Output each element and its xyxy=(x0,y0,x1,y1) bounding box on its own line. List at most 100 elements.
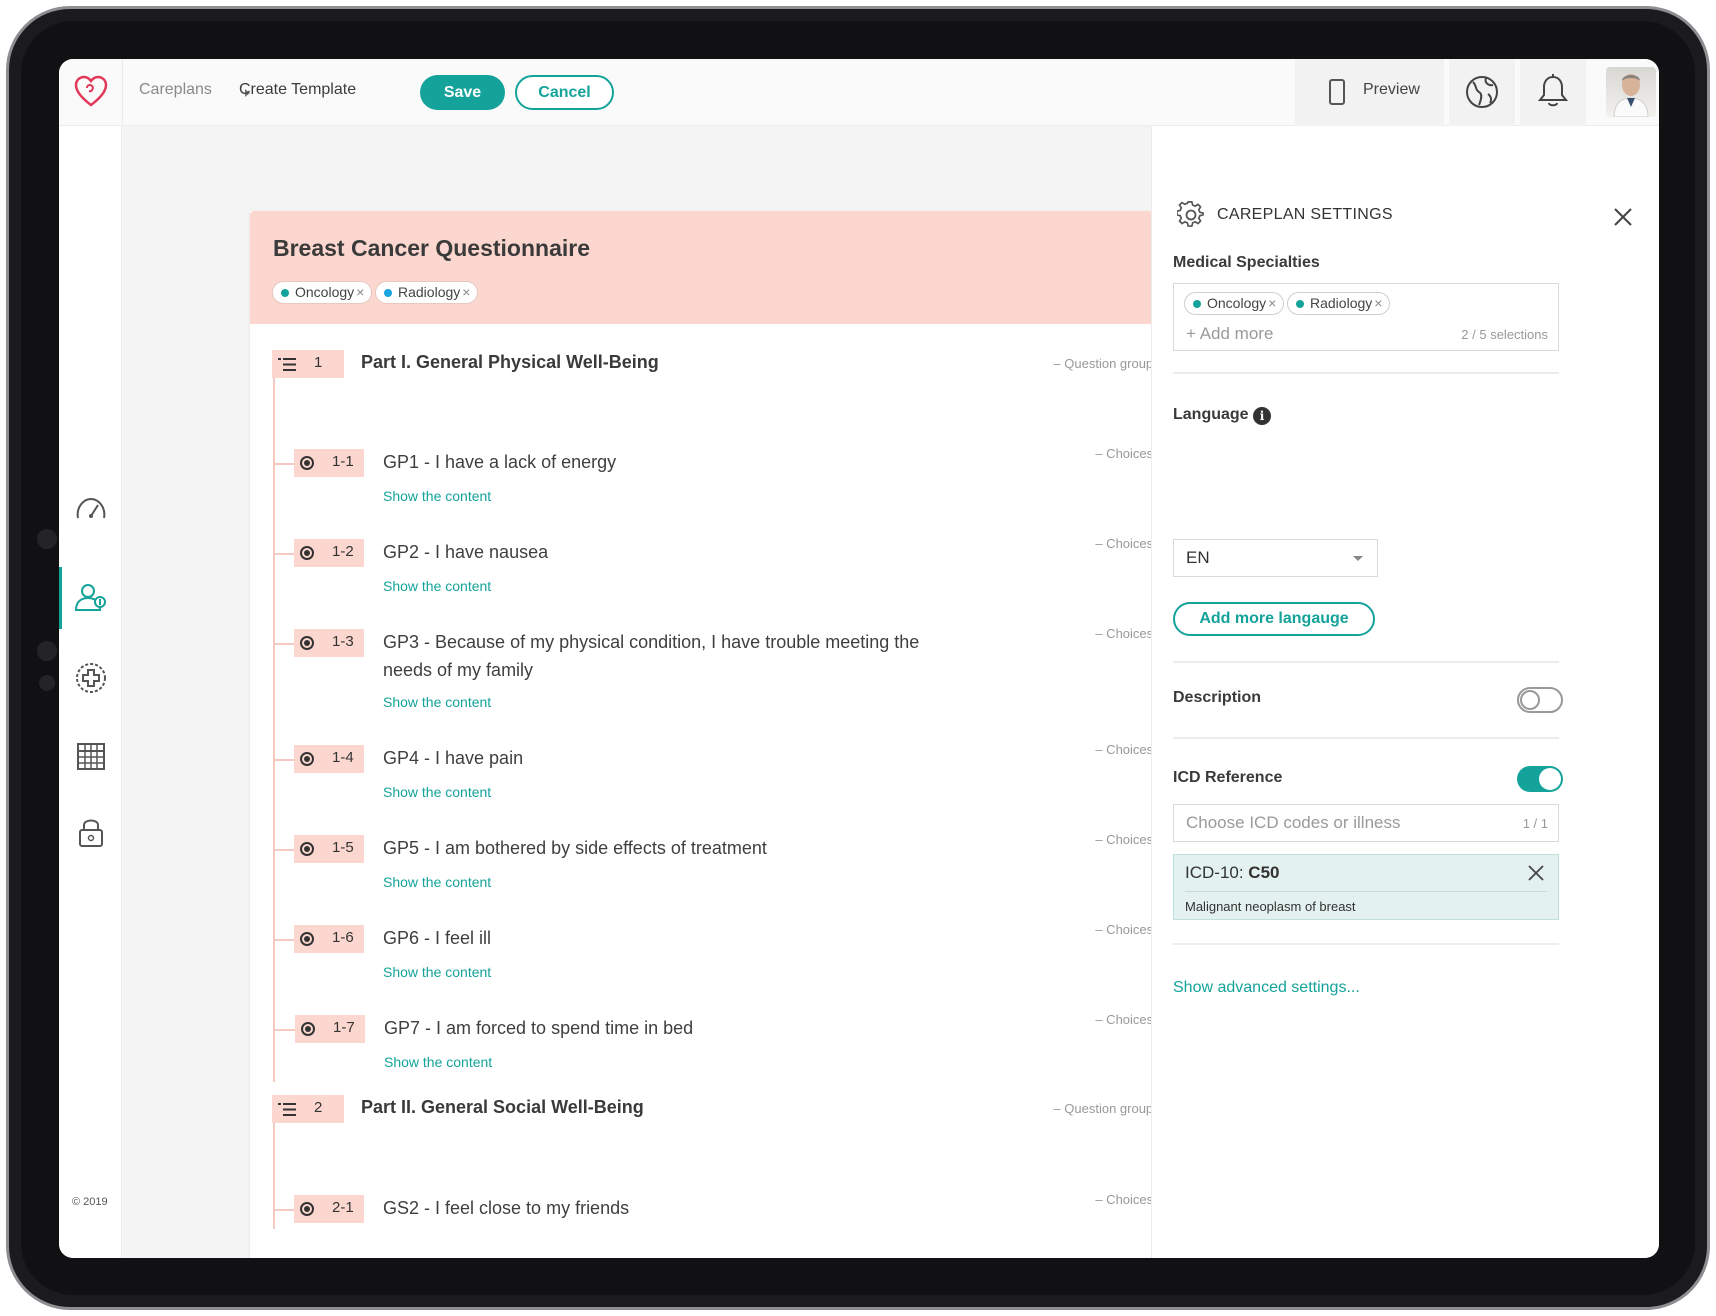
group-title[interactable]: Part I. General Physical Well-Being xyxy=(361,352,659,373)
question-badge[interactable]: 1-2 xyxy=(294,539,364,567)
question-badge[interactable]: 1-1 xyxy=(294,449,364,477)
question-badge[interactable]: 1-6 xyxy=(294,925,364,953)
question-number: 1-7 xyxy=(333,1019,355,1036)
bezel-dot xyxy=(37,641,57,661)
close-icon[interactable] xyxy=(1612,206,1634,228)
question-badge[interactable]: 1-5 xyxy=(294,835,364,863)
tag-dot xyxy=(1296,300,1304,308)
left-sidebar: © 2019 xyxy=(59,126,122,1258)
template-editor: Breast Cancer Questionnaire Oncology × Ra… xyxy=(123,126,1187,1258)
tree-connector xyxy=(273,1029,295,1031)
icd-description: Malignant neoplasm of breast xyxy=(1185,899,1356,914)
remove-tag-icon[interactable]: × xyxy=(356,284,364,300)
question-text[interactable]: GP7 - I am forced to spend time in bed xyxy=(384,1014,984,1042)
copyright-text: © 2019 xyxy=(72,1196,108,1208)
language-select[interactable]: EN xyxy=(1173,539,1378,577)
remove-icd-icon[interactable] xyxy=(1528,865,1544,881)
tag-label: Radiology xyxy=(398,284,461,300)
group-number: 2 xyxy=(314,1099,323,1116)
tree-connector xyxy=(273,939,295,941)
icd-prefix: ICD-10: xyxy=(1185,863,1249,882)
language-globe-button[interactable] xyxy=(1449,59,1515,126)
lock-icon[interactable] xyxy=(73,814,109,850)
icd-search-input[interactable] xyxy=(1174,805,1504,841)
specialties-field[interactable]: Oncology × Radiology × + Add more 2 / 5 se… xyxy=(1173,283,1559,351)
specialty-tag[interactable]: Radiology × xyxy=(375,281,479,304)
info-icon[interactable]: i xyxy=(1253,407,1271,425)
show-content-link[interactable]: Show the content xyxy=(383,694,491,710)
tree-connector xyxy=(273,643,295,645)
group-badge[interactable]: 1 xyxy=(272,350,344,378)
remove-tag-icon[interactable]: × xyxy=(1268,295,1276,311)
show-content-link[interactable]: Show the content xyxy=(383,964,491,980)
divider xyxy=(1173,661,1559,663)
bezel-dot xyxy=(39,675,55,691)
radio-icon xyxy=(300,842,314,856)
breadcrumb-careplans[interactable]: Careplans xyxy=(139,81,212,99)
toggle-knob xyxy=(1520,690,1540,710)
phone-icon xyxy=(1329,79,1345,105)
group-title[interactable]: Part II. General Social Well-Being xyxy=(361,1097,644,1118)
heart-logo-icon[interactable] xyxy=(73,74,109,110)
tree-connector xyxy=(273,463,295,465)
icd-count: 1 / 1 xyxy=(1522,816,1548,831)
divider xyxy=(1173,737,1559,739)
show-content-link[interactable]: Show the content xyxy=(383,578,491,594)
specialties-label: Medical Specialties xyxy=(1173,254,1320,271)
tree-connector xyxy=(273,759,295,761)
radio-icon xyxy=(300,636,314,650)
questionnaire-header: Breast Cancer Questionnaire Oncology × Ra… xyxy=(250,211,1187,324)
notifications-button[interactable] xyxy=(1520,59,1586,126)
show-content-link[interactable]: Show the content xyxy=(383,784,491,800)
icd-reference-label: ICD Reference xyxy=(1173,769,1283,786)
specialty-tag[interactable]: Oncology × xyxy=(272,281,373,304)
language-value: EN xyxy=(1186,548,1210,567)
question-text[interactable]: GP3 - Because of my physical condition, … xyxy=(383,628,963,684)
show-content-link[interactable]: Show the content xyxy=(383,874,491,890)
specialty-tag[interactable]: Oncology × xyxy=(1184,292,1285,315)
specialty-tag[interactable]: Radiology × xyxy=(1287,292,1391,315)
panel-title: CAREPLAN SETTINGS xyxy=(1217,206,1393,223)
chevron-down-icon xyxy=(1353,556,1363,561)
question-badge[interactable]: 1-4 xyxy=(294,745,364,773)
question-number: 1-6 xyxy=(332,929,354,946)
question-badge[interactable]: 1-3 xyxy=(294,629,364,657)
tag-label: Oncology xyxy=(1207,295,1267,311)
description-toggle[interactable] xyxy=(1517,687,1563,713)
icd-reference-toggle[interactable] xyxy=(1517,766,1563,792)
question-number: 1-2 xyxy=(332,543,354,560)
advanced-settings-link[interactable]: Show advanced settings... xyxy=(1173,979,1360,997)
group-badge[interactable]: 2 xyxy=(272,1095,344,1123)
save-button[interactable]: Save xyxy=(420,75,505,110)
calendar-icon[interactable] xyxy=(73,738,109,774)
question-text[interactable]: GP2 - I have nausea xyxy=(383,538,983,566)
medical-plus-icon[interactable] xyxy=(73,660,109,696)
speedometer-icon[interactable] xyxy=(73,492,109,528)
patients-icon[interactable] xyxy=(73,580,109,616)
add-language-button[interactable]: Add more langauge xyxy=(1173,602,1375,636)
question-text[interactable]: GS2 - I feel close to my friends xyxy=(383,1194,983,1222)
active-indicator xyxy=(59,567,62,629)
remove-tag-icon[interactable]: × xyxy=(462,284,470,300)
question-text[interactable]: GP1 - I have a lack of energy xyxy=(383,448,983,476)
icd-selected-card: ICD-10: C50 Malignant neoplasm of breast xyxy=(1173,854,1559,920)
remove-tag-icon[interactable]: × xyxy=(1374,295,1382,311)
questionnaire-title[interactable]: Breast Cancer Questionnaire xyxy=(273,235,590,262)
add-more-specialty[interactable]: + Add more xyxy=(1186,324,1273,344)
tree-connector xyxy=(273,1209,295,1211)
question-badge[interactable]: 2-1 xyxy=(294,1195,364,1223)
question-text[interactable]: GP5 - I am bothered by side effects of t… xyxy=(383,834,983,862)
icd-search-field[interactable]: 1 / 1 xyxy=(1173,804,1559,842)
question-text[interactable]: GP4 - I have pain xyxy=(383,744,983,772)
radio-icon xyxy=(300,456,314,470)
show-content-link[interactable]: Show the content xyxy=(383,488,491,504)
cancel-button[interactable]: Cancel xyxy=(515,75,614,110)
user-avatar[interactable] xyxy=(1606,67,1656,117)
toggle-knob xyxy=(1539,768,1561,790)
top-bar: Careplans Create Template Save Cancel Pr… xyxy=(59,59,1659,126)
show-content-link[interactable]: Show the content xyxy=(384,1054,492,1070)
preview-button[interactable]: Preview xyxy=(1295,59,1444,126)
question-text[interactable]: GP6 - I feel ill xyxy=(383,924,983,952)
tree-connector xyxy=(273,849,295,851)
question-badge[interactable]: 1-7 xyxy=(295,1015,365,1043)
